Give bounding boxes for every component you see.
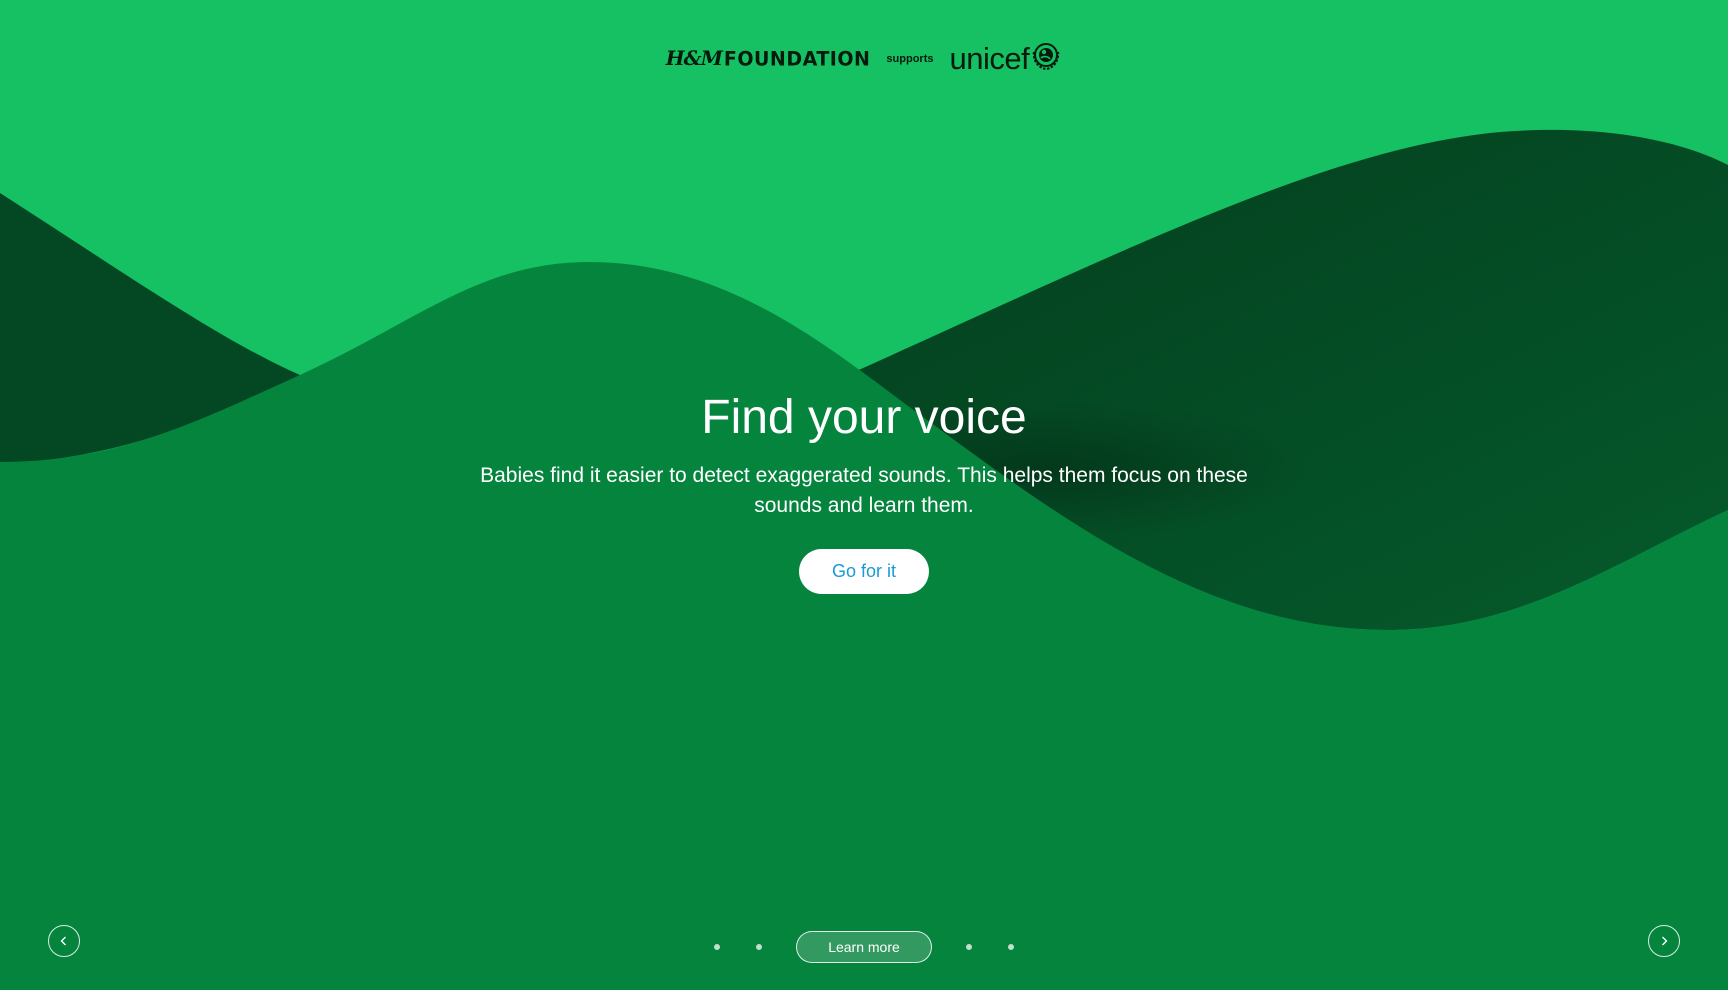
unicef-wordmark: unicef [949,40,1030,76]
pager-dot[interactable] [756,944,762,950]
chevron-right-icon [1662,936,1668,946]
go-for-it-button[interactable]: Go for it [799,548,929,594]
hm-mark: H&M [665,46,723,70]
pager-dot[interactable] [966,944,972,950]
slide-stage: H&M FOUNDATION supports unicef Find your… [0,0,1728,990]
page-title: Find your voice [701,391,1027,444]
pager-dot[interactable] [714,944,720,950]
brand-lockup: H&M FOUNDATION supports unicef [0,42,1728,74]
next-slide-button[interactable] [1648,925,1680,957]
slide-pager: Learn more [0,931,1728,963]
hm-foundation-logo[interactable]: H&M FOUNDATION [665,46,871,71]
pager-dot[interactable] [1008,944,1014,950]
unicef-emblem-icon [1033,43,1060,71]
hero-description: Babies find it easier to detect exaggera… [480,463,1248,517]
foundation-wordmark: FOUNDATION [723,47,871,71]
supports-label: supports [886,53,934,65]
learn-more-button[interactable]: Learn more [796,931,932,963]
unicef-logo[interactable]: unicef [949,42,1062,74]
hero-section: Find your voice Babies find it easier to… [0,391,1728,594]
